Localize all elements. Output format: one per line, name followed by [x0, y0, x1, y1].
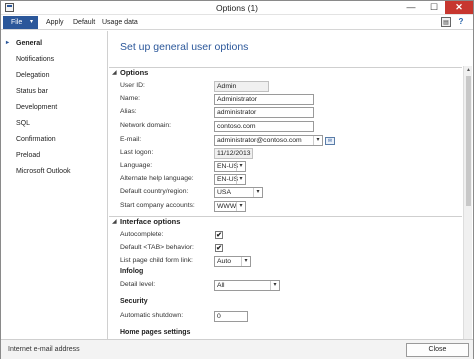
nav-item-notifications[interactable]: Notifications	[1, 52, 107, 67]
network-domain-field[interactable]: contoso.com	[214, 121, 314, 132]
detail-level-select[interactable]: All ▾	[214, 280, 280, 291]
auto-shutdown-field[interactable]: 0	[214, 311, 248, 322]
autocomplete-label: Autocomplete:	[120, 231, 164, 238]
minimize-button[interactable]: —	[399, 1, 423, 14]
nav-item-sql[interactable]: SQL	[1, 116, 107, 131]
home-pages-subheader: Home pages settings	[120, 329, 191, 336]
last-logon-label: Last logon:	[120, 149, 154, 156]
default-country-label: Default country/region:	[120, 188, 189, 195]
chevron-down-icon[interactable]: ▾	[236, 202, 245, 211]
nav-item-preload[interactable]: Preload	[1, 148, 107, 163]
file-menu-label: File	[11, 19, 23, 26]
name-label: Name:	[120, 95, 141, 102]
autocomplete-checkbox[interactable]: ✔	[215, 231, 223, 239]
collapse-icon: ◢	[112, 70, 117, 76]
start-company-label: Start company accounts:	[120, 202, 195, 209]
last-logon-field: 11/12/2013	[214, 148, 253, 159]
options-nav: General Notifications Delegation Status …	[1, 31, 108, 339]
interface-options-section-title: Interface options	[120, 217, 181, 226]
user-id-label: User ID:	[120, 82, 145, 89]
nav-item-microsoft-outlook[interactable]: Microsoft Outlook	[1, 164, 107, 179]
nav-item-delegation[interactable]: Delegation	[1, 68, 107, 83]
start-company-select[interactable]: WWW ▾	[214, 201, 246, 212]
options-window: Options (1) — ☐ ✕ File ▾ Apply Default U…	[0, 0, 474, 359]
tab-behavior-label: Default <TAB> behavior:	[120, 244, 194, 251]
chevron-down-icon[interactable]: ▾	[236, 162, 245, 171]
status-bar: Internet e-mail address Close	[1, 339, 473, 359]
office-icon[interactable]: ▤	[441, 17, 451, 27]
options-section-title: Options	[120, 68, 149, 77]
tab-behavior-checkbox[interactable]: ✔	[215, 244, 223, 252]
chevron-down-icon[interactable]: ▾	[270, 281, 279, 290]
language-value: EN-US	[217, 163, 239, 170]
default-country-value: USA	[217, 189, 231, 196]
name-field[interactable]: Administrator	[214, 94, 314, 105]
close-button[interactable]: Close	[406, 343, 469, 357]
security-subheader: Security	[120, 298, 148, 305]
options-content: Set up general user options ▲ ◢ Options …	[109, 31, 473, 339]
vertical-scrollbar[interactable]: ▲	[463, 66, 472, 339]
alt-help-language-select[interactable]: EN-US ▾	[214, 174, 246, 185]
interface-options-section-header[interactable]: ◢ Interface options	[109, 216, 462, 226]
scroll-up-icon[interactable]: ▲	[464, 66, 473, 75]
alt-help-language-label: Alternate help language:	[120, 175, 194, 182]
nav-item-confirmation[interactable]: Confirmation	[1, 132, 107, 147]
alias-field[interactable]: administrator	[214, 107, 314, 118]
detail-level-value: All	[217, 282, 225, 289]
language-label: Language:	[120, 162, 153, 169]
user-id-field: Admin	[214, 81, 269, 92]
default-country-select[interactable]: USA ▾	[214, 187, 263, 198]
alias-label: Alias:	[120, 108, 137, 115]
detail-level-label: Detail level:	[120, 281, 156, 288]
email-label: E-mail:	[120, 136, 142, 143]
scrollbar-thumb[interactable]	[466, 76, 471, 206]
email-value: administrator@contoso.com	[217, 137, 302, 144]
chevron-down-icon[interactable]: ▾	[241, 257, 250, 266]
send-mail-icon[interactable]: ✉	[325, 137, 335, 145]
list-page-link-select[interactable]: Auto ▾	[214, 256, 251, 267]
list-page-link-label: List page child form link:	[120, 257, 193, 264]
chevron-down-icon[interactable]: ▾	[313, 136, 322, 145]
nav-item-general[interactable]: General	[1, 36, 107, 51]
action-bar: File ▾ Apply Default Usage data ▤ ?	[1, 15, 473, 30]
help-icon[interactable]: ?	[456, 17, 466, 27]
nav-item-development[interactable]: Development	[1, 100, 107, 115]
auto-shutdown-label: Automatic shutdown:	[120, 312, 184, 319]
usage-data-button[interactable]: Usage data	[102, 17, 138, 28]
collapse-icon: ◢	[112, 219, 117, 225]
status-text: Internet e-mail address	[8, 346, 80, 353]
page-title: Set up general user options	[120, 41, 249, 53]
chevron-down-icon: ▾	[29, 19, 33, 25]
chevron-down-icon[interactable]: ▾	[253, 188, 262, 197]
window-close-button[interactable]: ✕	[445, 1, 473, 14]
alt-help-language-value: EN-US	[217, 176, 239, 183]
start-company-value: WWW	[217, 203, 237, 210]
network-domain-label: Network domain:	[120, 122, 171, 129]
options-section-header[interactable]: ◢ Options	[109, 67, 462, 77]
chevron-down-icon[interactable]: ▾	[236, 175, 245, 184]
list-page-link-value: Auto	[217, 258, 231, 265]
maximize-button[interactable]: ☐	[422, 1, 446, 14]
language-select[interactable]: EN-US ▾	[214, 161, 246, 172]
title-bar: Options (1) — ☐ ✕	[1, 1, 473, 15]
nav-item-status-bar[interactable]: Status bar	[1, 84, 107, 99]
apply-button[interactable]: Apply	[46, 17, 64, 28]
default-button[interactable]: Default	[73, 17, 95, 28]
email-field[interactable]: administrator@contoso.com ▾	[214, 135, 323, 146]
file-menu-button[interactable]: File ▾	[3, 16, 38, 29]
infolog-subheader: Infolog	[120, 268, 144, 275]
